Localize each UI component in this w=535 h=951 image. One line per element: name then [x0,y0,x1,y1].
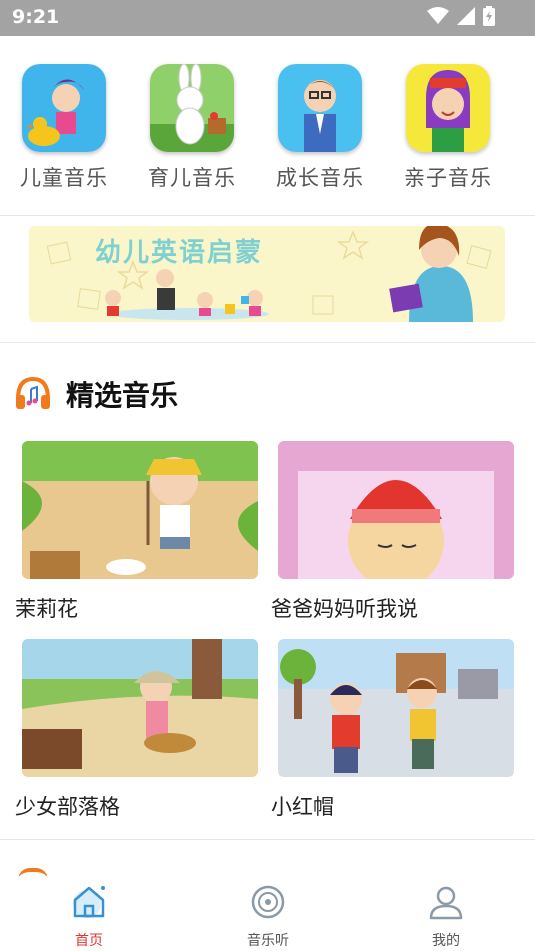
song-title: 茉莉花 [15,597,78,621]
tab-label: 音乐听 [247,933,289,949]
wifi-icon [427,7,449,24]
featured-section-header: 精选音乐 [14,374,178,414]
divider [0,839,535,840]
category-label: 成长音乐 [276,166,364,190]
category-row: 儿童音乐 育儿音乐 成长音乐 亲子音乐 [0,64,535,194]
category-growth-music[interactable]: 成长音乐 [265,64,375,192]
tab-label: 首页 [75,933,103,949]
banner-title: 幼儿英语启蒙 [95,238,264,268]
song-card[interactable]: 少女部落格 [15,639,258,821]
teacher-icon [278,64,362,152]
battery-icon [483,6,495,26]
status-icons [427,6,495,26]
divider [0,215,535,216]
tab-mine[interactable]: 我的 [386,882,506,950]
song-thumbnail [22,639,258,777]
english-banner[interactable]: 幼儿英语启蒙 [29,226,505,322]
disc-icon [251,885,285,919]
bottom-tab-bar: 首页 音乐听 我的 [0,876,535,951]
divider [0,342,535,343]
song-card[interactable]: 小红帽 [271,639,514,821]
song-card[interactable]: 茉莉花 [15,441,258,623]
song-thumbnail [278,639,514,777]
tab-music-listen[interactable]: 音乐听 [208,882,328,950]
category-parenting-music[interactable]: 育儿音乐 [137,64,247,192]
category-label: 儿童音乐 [20,166,108,190]
song-title: 小红帽 [271,795,334,819]
category-label: 育儿音乐 [148,166,236,190]
tab-label: 我的 [432,933,460,949]
category-label: 亲子音乐 [404,166,492,190]
song-title: 少女部落格 [15,795,120,819]
girl-icon [406,64,490,152]
tab-home[interactable]: 首页 [29,882,149,950]
section-title: 精选音乐 [66,379,179,412]
status-time: 9:21 [12,6,60,28]
signal-icon [457,7,475,25]
song-card[interactable]: 爸爸妈妈听我说 [271,441,514,623]
status-bar: 9:21 [0,0,535,36]
category-family-music[interactable]: 亲子音乐 [393,64,503,192]
user-icon [429,886,463,920]
rabbit-icon [150,64,234,152]
song-title: 爸爸妈妈听我说 [271,597,418,621]
song-thumbnail [278,441,514,579]
song-thumbnail [22,441,258,579]
category-children-music[interactable]: 儿童音乐 [9,64,119,192]
home-icon [73,886,105,918]
children-music-icon [22,64,106,152]
headphones-icon [16,376,50,409]
